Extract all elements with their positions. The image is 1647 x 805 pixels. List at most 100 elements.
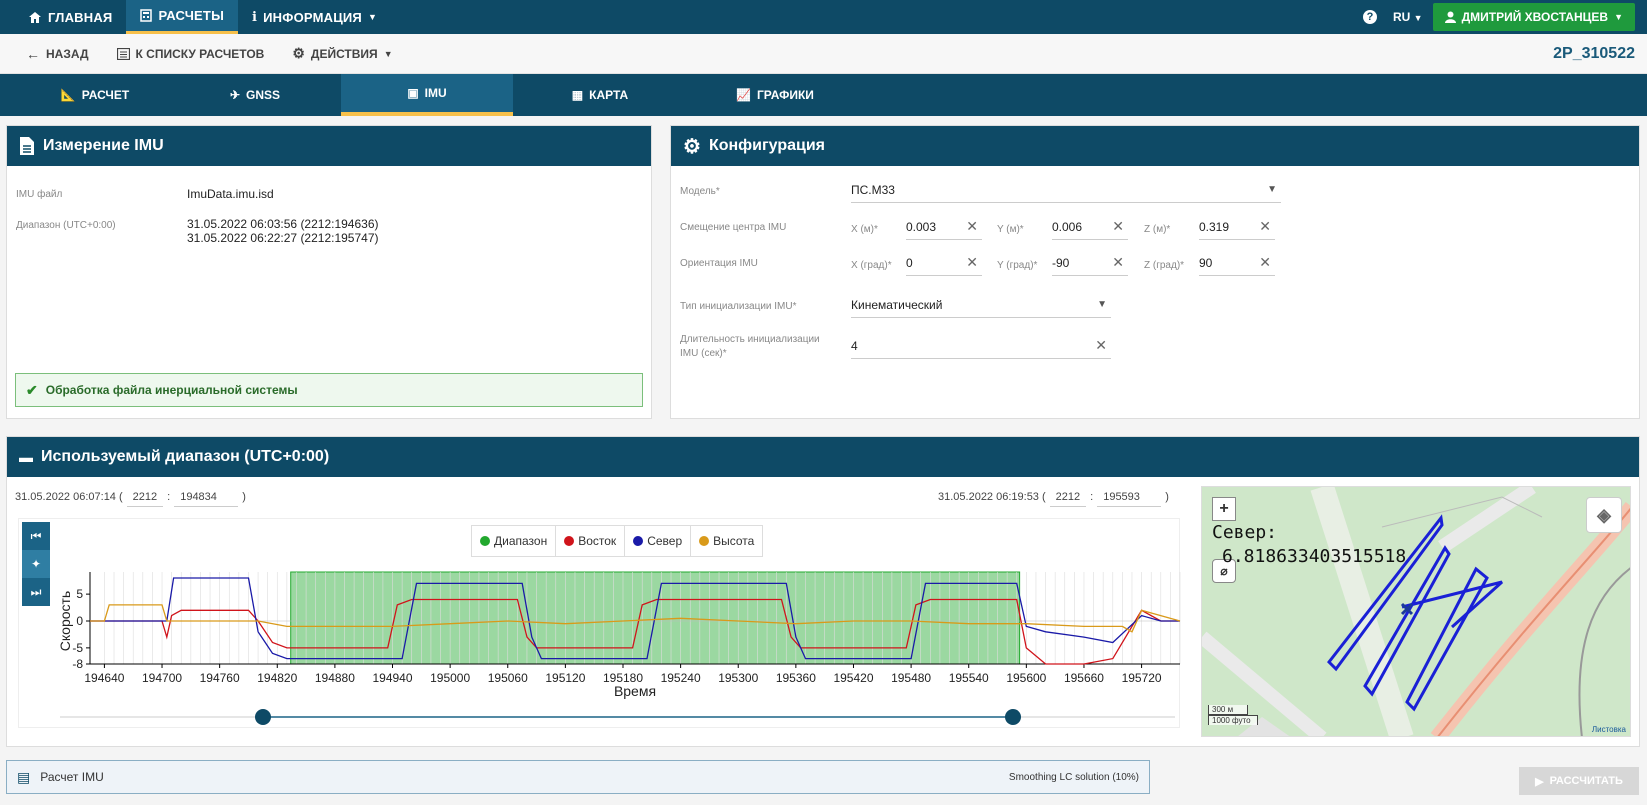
map-attribution[interactable]: Листовка [1592,725,1626,734]
range-end-separator: : [1090,491,1094,503]
imu-file-label: IMU файл [16,189,63,200]
nav-home[interactable]: ГЛАВНАЯ [14,0,126,34]
y-tick-label: -8 [72,657,83,671]
caret-down-icon: ▼ [1413,13,1423,23]
range-start-seconds-input[interactable]: 194834 [174,487,239,507]
chart-legend: Диапазон Восток Север Высота [471,525,764,557]
skip-start-button[interactable]: ⏮ [22,522,50,550]
init-type-value: Кинематический [851,297,943,312]
clear-icon[interactable]: ✕ [1112,254,1128,271]
tab-bar: 📐 РАСЧЕТ ✈ GNSS ▣ IMU ▦ КАРТА 📈 ГРАФИКИ [0,74,1647,116]
range-panel-header: ▬ Используемый диапазон (UTC+0:00) [7,437,1639,477]
nav-info-label: ИНФОРМАЦИЯ [263,9,362,25]
range-start-week-input[interactable]: 2212 [126,487,164,507]
tab-charts[interactable]: 📈 ГРАФИКИ [720,74,830,116]
range-start-separator: : [167,491,171,503]
legend-item-range[interactable]: Диапазон [472,526,557,556]
range-end-seconds-input[interactable]: 195593 [1097,487,1162,507]
range-slider-start-handle[interactable] [255,709,271,725]
nav-calculations[interactable]: РАСЧЕТЫ [126,0,238,34]
init-type-select[interactable]: Кинематический ▼ [851,292,1111,318]
x-tick-label: 194940 [372,671,412,685]
config-panel-header: ⚙ Конфигурация [671,126,1639,166]
x-tick-label: 195120 [545,671,585,685]
calculator-icon [140,9,153,22]
y-tick-label: 0 [76,614,83,628]
imu-panel-title: Измерение IMU [43,137,164,154]
to-list-button[interactable]: К СПИСКУ РАСЧЕТОВ [103,47,279,61]
nav-home-label: ГЛАВНАЯ [48,9,113,25]
x-tick-label: 194700 [142,671,182,685]
x-tick-label: 194820 [257,671,297,685]
chip-icon: ▤ [17,768,31,785]
info-icon: i [252,9,258,25]
caret-down-icon: ▼ [1097,299,1107,310]
config-panel-title: Конфигурация [708,137,826,154]
tab-imu[interactable]: ▣ IMU [341,74,513,116]
offset-y-input[interactable]: 0.006 ✕ [1052,214,1128,240]
clear-icon[interactable]: ✕ [1112,218,1128,235]
list-icon [116,47,130,60]
legend-label-range: Диапазон [494,534,548,548]
map-icon: ▦ [571,88,584,102]
caret-down-icon: ▼ [1614,12,1623,22]
nav-info[interactable]: i ИНФОРМАЦИЯ ▼ [238,0,391,34]
model-select[interactable]: ПС.М33 ▼ [851,177,1281,203]
clear-icon[interactable]: ✕ [966,254,982,271]
caret-down-icon: ▼ [367,12,378,22]
tab-map[interactable]: ▦ КАРТА [545,74,655,116]
imu-panel-header: Измерение IMU [7,126,651,166]
offset-z-label: Z (м)* [1144,224,1171,235]
calculate-button[interactable]: ▶ РАССЧИТАТЬ [1519,767,1639,795]
clear-icon[interactable]: ✕ [1095,337,1111,354]
trajectory-map[interactable]: + ⌀ ◈ Север: 6.818633403515518 300 м 100… [1201,486,1631,737]
checkmark-icon: ✔ [26,381,38,398]
language-selector[interactable]: RU ▼ [1393,10,1423,24]
imu-range-label: Диапазон (UTC+0:00) [16,220,116,231]
x-tick-label: 195240 [661,671,701,685]
actions-dropdown[interactable]: ⚙ ДЕЙСТВИЯ ▼ [278,45,406,62]
clear-icon[interactable]: ✕ [1259,254,1275,271]
clear-icon[interactable]: ✕ [966,218,982,235]
zoom-in-button[interactable]: + [1212,497,1236,521]
tab-gnss[interactable]: ✈ GNSS [200,74,310,116]
init-duration-value: 4 [851,338,858,353]
x-tick-label: 195600 [1006,671,1046,685]
offset-z-input[interactable]: 0.319 ✕ [1199,214,1275,240]
help-icon[interactable]: ? [1362,10,1377,24]
x-tick-label: 194640 [84,671,124,685]
orient-y-label: Y (град)* [997,260,1038,271]
gear-icon: ⚙ [683,135,701,158]
tab-calculation[interactable]: 📐 РАСЧЕТ [40,74,150,116]
offset-x-value: 0.003 [906,219,937,234]
clear-icon[interactable]: ✕ [1259,218,1275,235]
legend-item-east[interactable]: Восток [556,526,626,556]
legend-item-height[interactable]: Высота [691,526,762,556]
orient-x-input[interactable]: 0 ✕ [906,250,982,276]
caret-down-icon: ▼ [1267,184,1277,195]
range-start-close: ) [242,491,246,503]
model-value: ПС.М33 [851,182,895,197]
legend-dot-north [633,536,644,546]
imu-file-value: ImuData.imu.isd [187,187,274,201]
offset-label: Смещение центра IMU [680,222,787,233]
satellite-icon: ✈ [229,88,241,102]
layers-button[interactable]: ◈ [1586,497,1622,533]
range-slider-end-handle[interactable] [1005,709,1021,725]
range-panel-title: Используемый диапазон (UTC+0:00) [41,448,330,465]
legend-item-north[interactable]: Север [625,526,692,556]
init-duration-input[interactable]: 4 ✕ [851,333,1111,359]
top-navbar: ГЛАВНАЯ РАСЧЕТЫ i ИНФОРМАЦИЯ ▼ ? RU ▼ ДМ… [0,0,1647,34]
range-start-time: 31.05.2022 06:07:14 ( [15,491,123,503]
user-menu-button[interactable]: ДМИТРИЙ ХВОСТАНЦЕВ ▼ [1432,3,1635,31]
range-end-week-input[interactable]: 2212 [1049,487,1087,507]
back-button[interactable]: ← НАЗАД [12,46,103,62]
orient-z-input[interactable]: 90 ✕ [1199,250,1275,276]
map-scale: 300 м 1000 футо [1208,705,1258,725]
x-axis-label: Время [614,683,656,699]
offset-x-input[interactable]: 0.003 ✕ [906,214,982,240]
to-list-label: К СПИСКУ РАСЧЕТОВ [135,46,265,61]
configuration-panel: ⚙ Конфигурация Модель* ПС.М33 ▼ Смещение… [670,125,1640,419]
x-tick-label: 194760 [200,671,240,685]
orient-y-input[interactable]: -90 ✕ [1052,250,1128,276]
